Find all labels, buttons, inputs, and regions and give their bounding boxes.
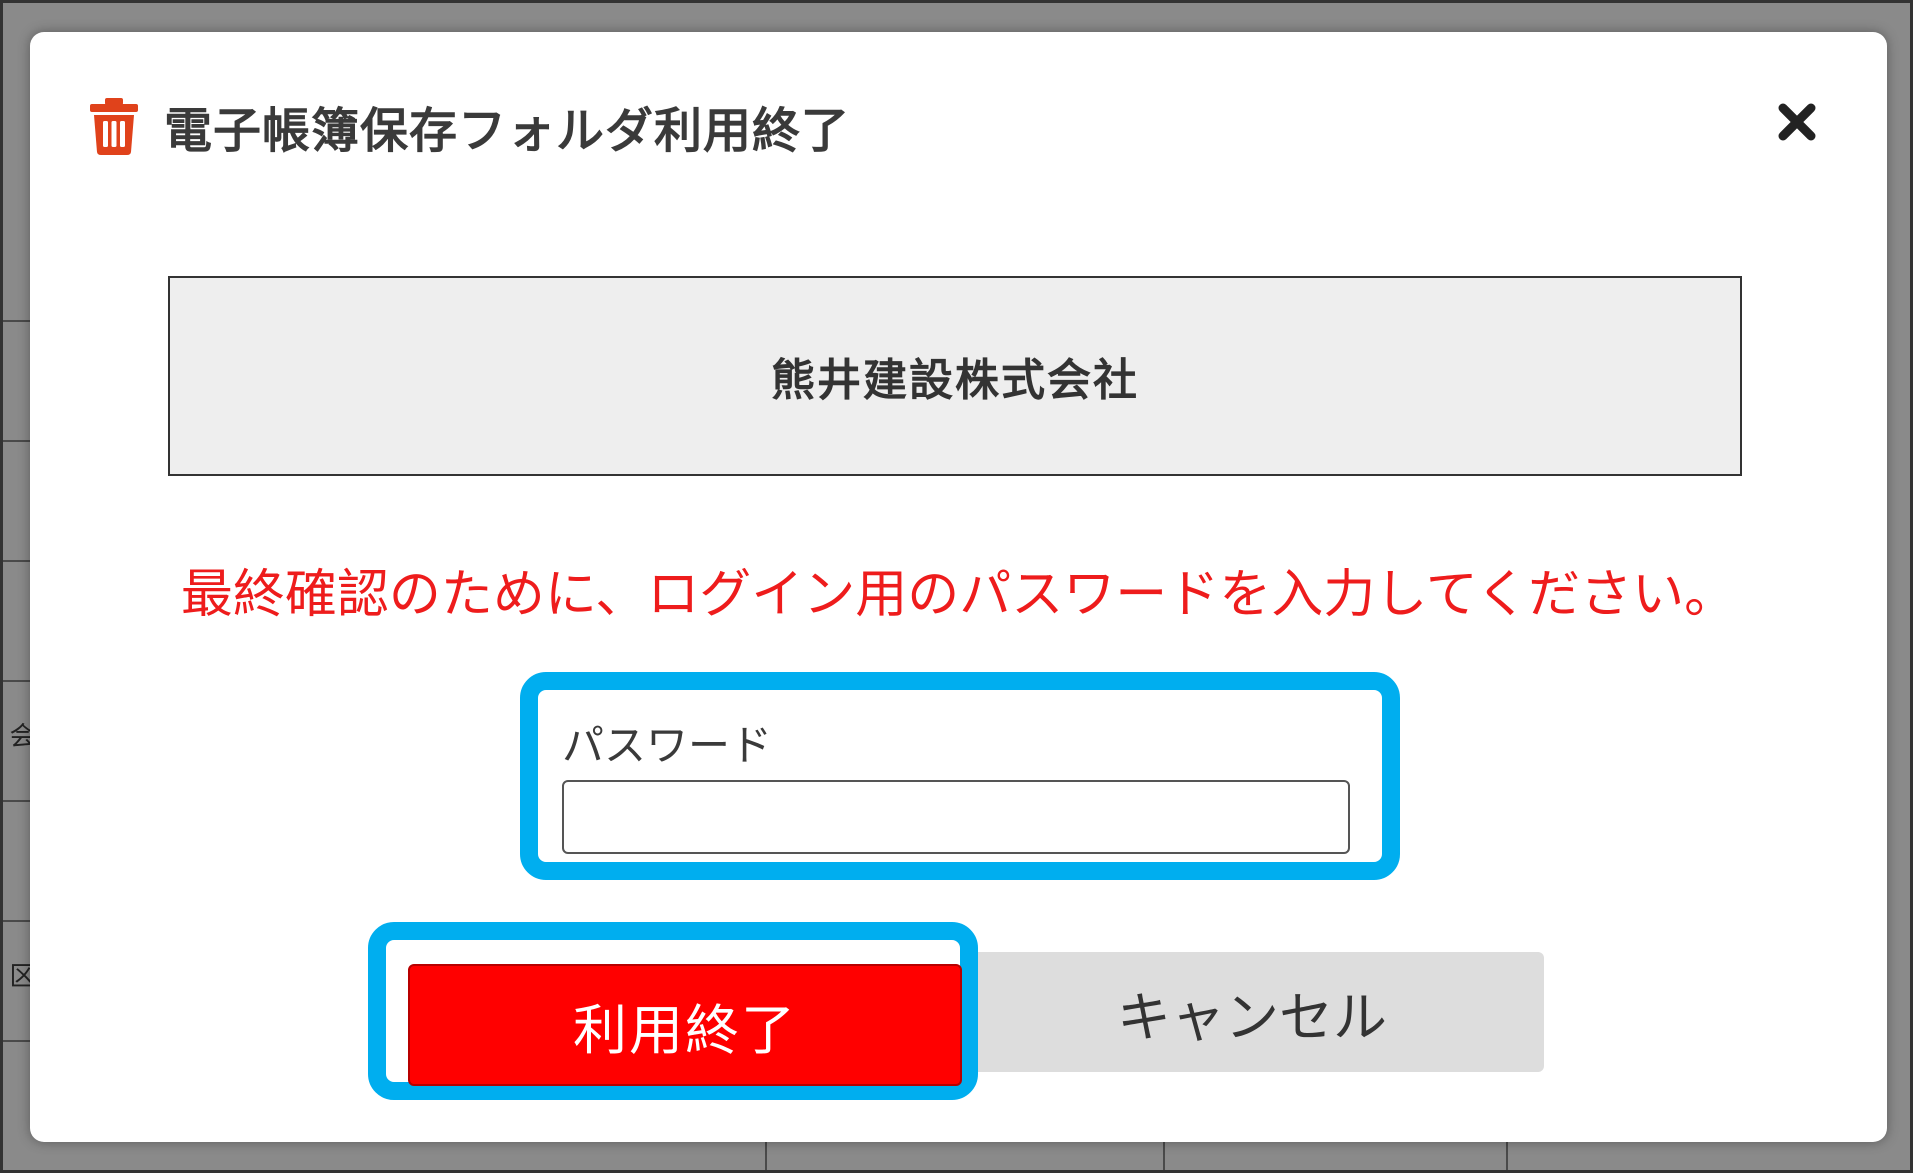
end-usage-button[interactable]: 利用終了 [408,964,962,1086]
background-grid-line [0,680,30,682]
close-button[interactable] [1769,96,1825,152]
background-grid-line [0,1040,30,1042]
background-grid-line [0,800,30,802]
password-field-group: パスワード [520,672,1400,880]
dialog-title: 電子帳簿保存フォルダ利用終了 [164,103,851,159]
background-grid-line [0,440,30,442]
close-icon [1777,102,1817,146]
end-usage-dialog: 電子帳簿保存フォルダ利用終了 熊井建設株式会社 最終確認のために、ログイン用のパ… [30,32,1887,1142]
background-grid-line [0,920,30,922]
end-usage-button-highlight: 利用終了 [368,922,978,1100]
cancel-button[interactable]: キャンセル [960,952,1544,1072]
company-name-box: 熊井建設株式会社 [168,276,1742,476]
password-input[interactable] [562,780,1350,854]
end-usage-button-label: 利用終了 [573,998,797,1062]
background-grid-line [0,560,30,562]
password-label: パスワード [562,721,773,770]
background-grid-line [1163,1140,1165,1173]
background-grid-line [765,1140,767,1173]
cancel-button-label: キャンセル [1117,985,1387,1049]
background-grid-line [1506,1140,1508,1173]
background-grid-line [0,320,30,322]
company-name: 熊井建設株式会社 [771,355,1139,406]
trash-icon [88,96,140,156]
confirmation-warning-text: 最終確認のために、ログイン用のパスワードを入力してください。 [180,565,1737,625]
dialog-header: 電子帳簿保存フォルダ利用終了 [88,90,850,162]
